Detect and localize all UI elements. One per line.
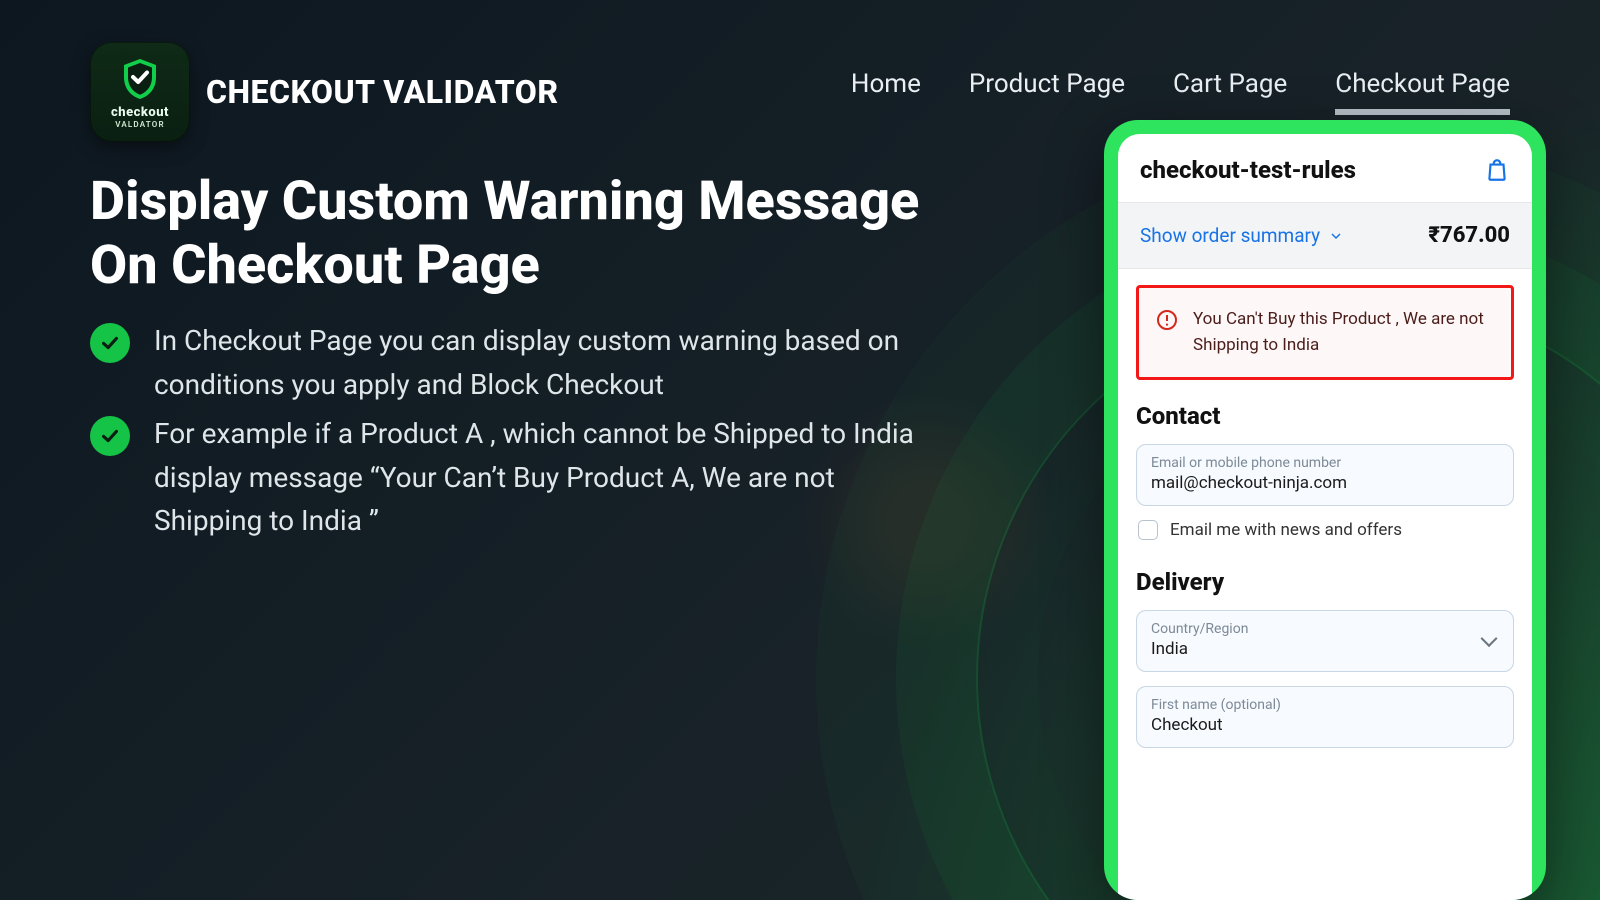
check-circle-icon xyxy=(90,323,130,363)
shield-check-icon xyxy=(116,55,164,103)
logo-word-1: checkout xyxy=(111,105,169,120)
bullet-item: For example if a Product A , which canno… xyxy=(90,412,930,542)
order-summary-label: Show order summary xyxy=(1140,224,1320,247)
bullet-item: In Checkout Page you can display custom … xyxy=(90,319,930,406)
country-select[interactable]: Country/Region India xyxy=(1136,610,1514,672)
email-value: mail@checkout-ninja.com xyxy=(1151,473,1499,493)
delivery-heading: Delivery xyxy=(1136,568,1514,596)
alert-message: You Can't Buy this Product , We are not … xyxy=(1193,306,1495,359)
app-logo: checkout VALDATOR xyxy=(90,42,190,142)
alert-circle-icon xyxy=(1155,308,1179,332)
brand-title: CHECKOUT VALIDATOR xyxy=(206,73,559,111)
nav-home[interactable]: Home xyxy=(851,69,921,115)
country-value: India xyxy=(1151,639,1499,659)
email-label: Email or mobile phone number xyxy=(1151,455,1499,471)
chevron-down-icon xyxy=(1328,228,1344,244)
first-name-value: Checkout xyxy=(1151,715,1499,735)
check-circle-icon xyxy=(90,416,130,456)
order-total: ₹767.00 xyxy=(1428,223,1510,248)
checkout-preview: checkout-test-rules Show order summary ₹… xyxy=(1104,120,1546,900)
first-name-field[interactable]: First name (optional) Checkout xyxy=(1136,686,1514,748)
checkbox-icon[interactable] xyxy=(1138,520,1158,540)
news-offers-label: Email me with news and offers xyxy=(1170,520,1402,540)
email-field[interactable]: Email or mobile phone number mail@checko… xyxy=(1136,444,1514,506)
bullet-text: In Checkout Page you can display custom … xyxy=(154,319,930,406)
checkout-warning-alert: You Can't Buy this Product , We are not … xyxy=(1136,285,1514,380)
shopping-bag-icon[interactable] xyxy=(1484,157,1510,183)
news-offers-row[interactable]: Email me with news and offers xyxy=(1138,520,1514,540)
nav-checkout-page[interactable]: Checkout Page xyxy=(1335,69,1510,115)
feature-bullets: In Checkout Page you can display custom … xyxy=(90,319,930,542)
contact-heading: Contact xyxy=(1136,402,1514,430)
bullet-text: For example if a Product A , which canno… xyxy=(154,412,930,542)
store-header: checkout-test-rules xyxy=(1118,134,1532,202)
store-name: checkout-test-rules xyxy=(1140,156,1356,184)
order-summary-toggle[interactable]: Show order summary ₹767.00 xyxy=(1118,202,1532,269)
logo-word-2: VALDATOR xyxy=(115,120,165,129)
page-headline: Display Custom Warning Message On Checko… xyxy=(90,170,930,297)
first-name-label: First name (optional) xyxy=(1151,697,1499,713)
top-nav: Home Product Page Cart Page Checkout Pag… xyxy=(851,69,1510,115)
nav-product-page[interactable]: Product Page xyxy=(969,69,1125,115)
country-label: Country/Region xyxy=(1151,621,1499,637)
nav-cart-page[interactable]: Cart Page xyxy=(1173,69,1287,115)
